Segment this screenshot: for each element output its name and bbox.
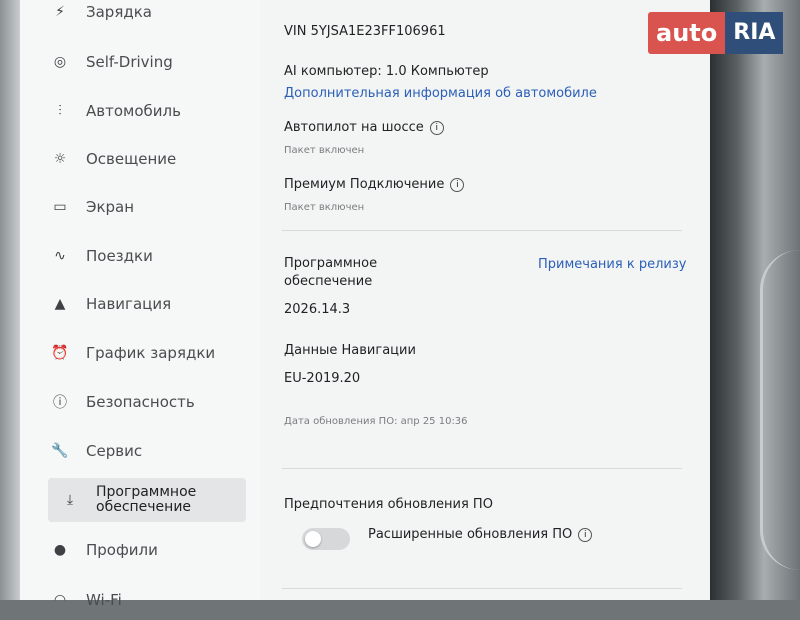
alarm-clock-icon: ⏰ [51,345,69,361]
more-info-link[interactable]: Дополнительная информация об автомобиле [284,86,597,101]
info-icon[interactable]: i [578,528,593,542]
autopilot-status: Пакет включен [284,145,365,156]
update-prefs-title: Предпочтения обновления ПО [284,497,493,512]
sidebar-item-label: Экран [86,198,135,216]
sidebar-item-vehicle[interactable]: ⫶ Автомобиль [50,91,270,131]
sidebar-item-software[interactable]: ⤓ Программное обеспечение [48,478,246,522]
software-version: 2026.14.3 [284,302,351,317]
watermark-auto: auto [648,12,726,54]
sun-icon: ☼ [53,151,67,167]
sidebar-item-navigation[interactable]: ▲ Навигация [50,284,270,324]
autopilot-label: Автопилот на шоссе [284,120,424,135]
autoria-watermark: auto RIA [648,12,790,54]
divider [282,468,682,469]
sidebar-item-safety[interactable]: ⓘ Безопасность [50,382,270,422]
sidebar-item-display[interactable]: ▭ Экран [50,187,270,227]
sidebar-item-service[interactable]: 🔧 Сервис [50,431,270,471]
settings-screen: ⚡ Зарядка ◎ Self-Driving ⫶ Автомобиль ☼ … [20,0,710,609]
info-icon[interactable]: i [450,178,465,192]
sidebar-item-label: Wi-Fi [86,591,122,609]
vin-text: VIN 5YJSA1E23FF106961 [284,24,446,39]
divider [282,588,682,589]
sidebar-item-label: График зарядки [86,344,216,362]
left-bezel [0,0,20,600]
advanced-updates-toggle[interactable] [302,528,350,550]
bolt-icon: ⚡ [55,4,65,20]
display-icon: ▭ [53,199,67,215]
advanced-updates-row: Расширенные обновления ПО i [368,527,593,542]
sidebar-item-self-driving[interactable]: ◎ Self-Driving [50,42,270,82]
nav-data-value: EU-2019.20 [284,371,361,386]
release-notes-link[interactable]: Примечания к релизу [538,257,686,272]
settings-sidebar: ⚡ Зарядка ◎ Self-Driving ⫶ Автомобиль ☼ … [20,0,260,609]
steering-wheel-icon: ◎ [53,54,67,70]
person-icon: ● [53,542,67,558]
premium-row: Премиум Подключение i [284,177,465,192]
sidebar-item-label: Зарядка [86,3,152,21]
sidebar-item-label: Программное обеспечение [96,484,197,515]
download-icon: ⤓ [66,492,74,508]
sidebar-item-label: Освещение [86,150,177,168]
sidebar-item-trips[interactable]: ∿ Поездки [50,236,270,276]
sidebar-item-label: Безопасность [86,393,195,411]
nav-data-label: Данные Навигации [284,343,416,358]
ai-computer-text: AI компьютер: 1.0 Компьютер [284,64,489,79]
toggle-knob [305,531,321,547]
software-label-line2: обеспечение [284,274,373,289]
sidebar-item-charge-schedule[interactable]: ⏰ График зарядки [50,333,270,373]
watermark-ria: RIA [725,12,784,54]
sidebar-item-label: Профили [86,541,158,559]
navigation-arrow-icon: ▲ [54,296,66,312]
sidebar-item-label: Поездки [86,247,153,265]
divider [282,230,682,231]
sidebar-item-label: Self-Driving [86,53,173,71]
trips-icon: ∿ [54,248,66,264]
trim-curve [760,250,800,570]
update-date-text: Дата обновления ПО: апр 25 10:36 [284,416,468,427]
alert-circle-icon: ⓘ [53,395,67,411]
sidebar-item-charging[interactable]: ⚡ Зарядка [50,0,270,32]
wrench-icon: 🔧 [51,443,69,459]
sidebar-item-profiles[interactable]: ● Профили [50,530,270,570]
software-label-line1: Программное [284,256,378,271]
wifi-icon: ◠ [53,592,67,608]
autopilot-row: Автопилот на шоссе i [284,120,444,135]
sidebar-item-wifi[interactable]: ◠ Wi-Fi [50,580,270,620]
premium-label: Премиум Подключение [284,177,445,192]
sidebar-item-label: Автомобиль [86,102,181,120]
premium-status: Пакет включен [284,202,365,213]
sidebar-item-label: Навигация [86,295,172,313]
advanced-updates-label: Расширенные обновления ПО [368,527,573,542]
sliders-icon: ⫶ [58,103,62,119]
software-panel: VIN 5YJSA1E23FF106961 AI компьютер: 1.0 … [282,0,686,600]
info-icon[interactable]: i [429,121,444,135]
sidebar-item-label: Сервис [86,442,143,460]
sidebar-item-lighting[interactable]: ☼ Освещение [50,139,270,179]
